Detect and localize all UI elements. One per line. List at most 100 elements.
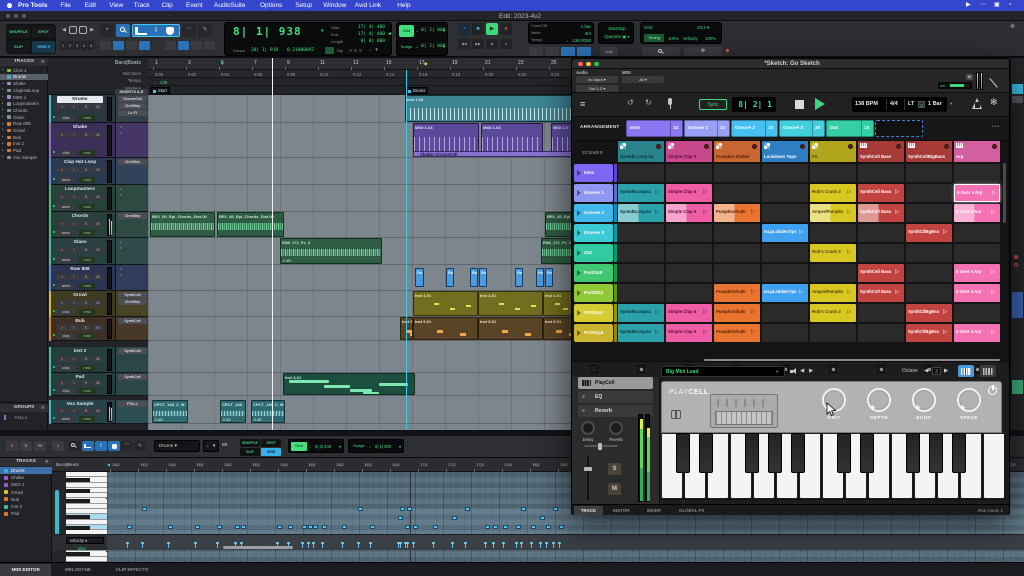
track-name[interactable]: Loopmasters: [57, 186, 103, 193]
clip[interactable]: Ra: [446, 268, 454, 287]
view-mode-selector[interactable]: clips: [57, 115, 75, 121]
scrubber-tool-button[interactable]: ◠: [182, 24, 196, 37]
solo-button[interactable]: S: [81, 274, 91, 280]
arrangement-more-button[interactable]: •••: [992, 124, 1000, 130]
tracks-list-item-shake[interactable]: ▸Shake: [0, 80, 48, 87]
velocity-dot[interactable]: [276, 542, 279, 545]
lt-count-badge[interactable]: 3: [918, 101, 925, 108]
insert-empty-dot[interactable]: [120, 241, 122, 243]
black-key[interactable]: [906, 433, 920, 473]
preset-selector[interactable]: Big Mini Lead: [661, 366, 785, 377]
tempo-row-value[interactable]: 4/4: [553, 31, 591, 36]
arrangement-empty-slot[interactable]: [875, 120, 923, 137]
arrangement-section-groove-2[interactable]: Groove 21X: [731, 120, 778, 137]
menu-item-pro-tools[interactable]: Pro Tools: [18, 1, 48, 10]
automation-mode-selector[interactable]: read: [79, 177, 95, 183]
scene-column-header-6[interactable]: SynthCellBigBass: [906, 141, 952, 162]
clip-cell-synthcllbgbss[interactable]: SynthCllBgBss▷: [906, 224, 952, 242]
tracks-list-item-bub[interactable]: ▸Bub: [0, 134, 48, 141]
velocity-dot[interactable]: [515, 542, 518, 545]
midi-note[interactable]: [405, 525, 410, 529]
velocity-dot[interactable]: [520, 542, 523, 545]
midi-track-item-shake[interactable]: Shake: [0, 474, 52, 481]
preset-chevron[interactable]: ▾: [776, 369, 778, 375]
track-header-loopmasters[interactable]: Loopmasters●ISMwaveread: [49, 185, 115, 212]
track-show-icon[interactable]: ▸: [2, 142, 5, 145]
preset-book-icon[interactable]: [671, 410, 683, 419]
record-cell-dot[interactable]: [704, 144, 709, 149]
empty-cell[interactable]: [954, 304, 1000, 322]
midi-track-item-growl[interactable]: Growl: [0, 489, 52, 496]
power-icon[interactable]: [988, 386, 997, 395]
insert-slot-synthcell[interactable]: SynthCell: [118, 318, 147, 324]
scene-column-header-0[interactable]: Syntakt Loop 14: [618, 141, 664, 162]
record-cell-dot[interactable]: [896, 144, 901, 149]
clip[interactable]: Inst 3-01: [283, 373, 415, 395]
midi-tracks-gear-icon[interactable]: ✻: [45, 459, 49, 465]
sketch-stop-button[interactable]: [795, 100, 804, 109]
volume-fader-handle[interactable]: [584, 467, 592, 471]
view-mode-selector[interactable]: wave: [57, 416, 75, 422]
velocity-dot[interactable]: [357, 542, 360, 545]
clip-cell-syntaktloop14[interactable]: SyntaktLoop14▷: [618, 324, 664, 342]
playlist-toggle[interactable]: [53, 151, 55, 153]
tracks-panel-gear-icon[interactable]: ✻: [41, 59, 45, 65]
midi-note[interactable]: [313, 525, 318, 529]
sketch-tab-global-fx[interactable]: GLOBAL FX: [670, 506, 713, 515]
mute-button[interactable]: M: [608, 483, 621, 495]
arrangement-section-out[interactable]: Out1X: [826, 120, 874, 137]
tracks-list-item-midi-1[interactable]: ▸MIDI 1: [0, 94, 48, 101]
tracks-list-item-raw-808[interactable]: ▸Raw 808: [0, 121, 48, 128]
zoom-in-button[interactable]: ▶: [88, 25, 96, 36]
empty-cell[interactable]: [954, 164, 1000, 182]
sketch-counter[interactable]: 8| 2| 1: [732, 97, 776, 112]
preset-speaker-icon[interactable]: [790, 368, 797, 375]
tempo-toggle-button[interactable]: [561, 47, 575, 56]
midi-note[interactable]: [277, 525, 282, 529]
track-show-icon[interactable]: ▸: [2, 108, 5, 111]
clip-cell-5-over-4-arp[interactable]: 5 Over 4 Arp▷: [954, 184, 1000, 202]
edit-toggle-button[interactable]: [178, 41, 189, 50]
velocity-dot[interactable]: [502, 542, 505, 545]
play-status-icon[interactable]: ▶: [966, 1, 971, 10]
clip-cell-simple-clap-5[interactable]: Simple Clap 5▷: [666, 304, 712, 322]
zoom-button[interactable]: [594, 62, 599, 67]
solo-button[interactable]: S: [81, 221, 91, 227]
input-monitor-button[interactable]: I: [69, 408, 79, 414]
automation-mode-selector[interactable]: read: [79, 416, 95, 422]
view-mode-selector[interactable]: clips: [57, 309, 75, 315]
velocity-dot[interactable]: [307, 542, 310, 545]
clip-cell-ampedpumpkn[interactable]: AmpedPumpkn▷: [810, 204, 856, 222]
midi-track-button[interactable]: S: [20, 441, 32, 451]
insert-slot-psa-1[interactable]: PSA-1: [118, 401, 147, 407]
empty-cell[interactable]: [906, 284, 952, 302]
playlist-toggle[interactable]: [53, 389, 55, 391]
input-monitor-button[interactable]: I: [69, 167, 79, 173]
tracks-list-item-vox-sample[interactable]: ▸Vox Sample: [0, 154, 48, 161]
midi-note[interactable]: [235, 525, 240, 529]
tab-clip-effects[interactable]: CLIP EFFECTS: [105, 564, 160, 576]
solo-button[interactable]: S: [81, 408, 91, 414]
toolbar-gear-icon[interactable]: ✻: [1010, 23, 1015, 30]
track-show-icon[interactable]: ▸: [2, 75, 5, 78]
velocity-dot[interactable]: [545, 542, 548, 545]
input-monitor-button[interactable]: I: [69, 132, 79, 138]
sketch-tab-track[interactable]: TRACK: [574, 506, 603, 515]
octave-down-button[interactable]: ◀: [924, 368, 928, 374]
black-key[interactable]: [791, 433, 805, 473]
record-arm-button[interactable]: ●: [57, 325, 67, 331]
solo-button[interactable]: S: [81, 167, 91, 173]
close-button[interactable]: [578, 62, 583, 67]
scene-column-header-7[interactable]: Arp: [954, 141, 1000, 162]
automation-mode-selector[interactable]: read: [79, 204, 95, 210]
clip[interactable]: Ra: [545, 268, 553, 287]
clip[interactable]: Ra: [415, 268, 424, 287]
input-monitor-button[interactable]: I: [69, 247, 79, 253]
clip[interactable]: CPCT_138_-0 dB: [220, 400, 246, 423]
clip[interactable]: CPCT_138_C_M-0 dB: [152, 400, 188, 423]
velocity-dot[interactable]: [530, 542, 533, 545]
track-name[interactable]: Growl: [57, 292, 103, 299]
velocity-dot[interactable]: [312, 542, 315, 545]
midi-note[interactable]: [433, 525, 438, 529]
window-control-dot[interactable]: [14, 14, 18, 18]
